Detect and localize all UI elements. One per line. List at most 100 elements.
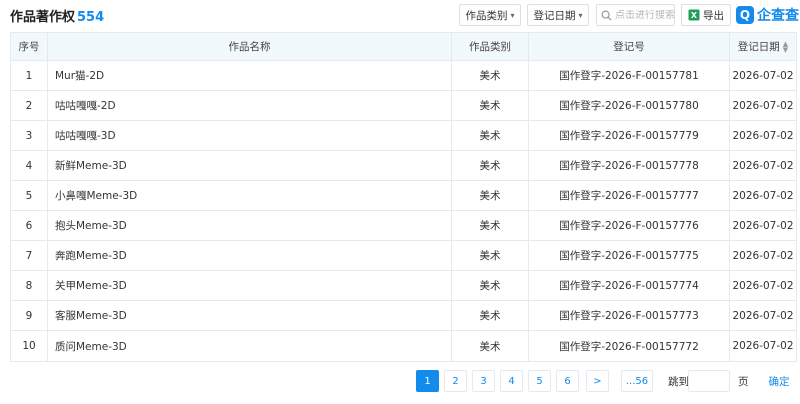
row-index: 4 xyxy=(11,151,48,180)
table-row: 6 抱头Meme-3D 美术 国作登字-2026-F-00157776 2026… xyxy=(11,211,796,241)
next-page-button[interactable]: > xyxy=(586,370,609,392)
table-row: 9 客服Meme-3D 美术 国作登字-2026-F-00157773 2026… xyxy=(11,301,796,331)
row-index: 2 xyxy=(11,91,48,120)
table-row: 1 Mur猫-2D 美术 国作登字-2026-F-00157781 2026-0… xyxy=(11,61,796,91)
registration-number: 国作登字-2026-F-00157776 xyxy=(529,211,730,240)
work-category: 美术 xyxy=(452,331,529,361)
work-name[interactable]: 关甲Meme-3D xyxy=(48,271,452,300)
page-title-text: 作品著作权 xyxy=(10,10,76,25)
work-category: 美术 xyxy=(452,61,529,90)
work-name[interactable]: 客服Meme-3D xyxy=(48,301,452,330)
registration-number: 国作登字-2026-F-00157774 xyxy=(529,271,730,300)
column-header-name: 作品名称 xyxy=(48,33,452,60)
registration-number: 国作登字-2026-F-00157773 xyxy=(529,301,730,330)
confirm-jump-button[interactable]: 确定 xyxy=(762,370,796,392)
copyright-table: 序号 作品名称 作品类别 登记号 登记日期 ▲ ▼ 1 Mur猫-2D 美术 国作… xyxy=(10,32,797,362)
export-label: 导出 xyxy=(703,9,724,22)
registration-number: 国作登字-2026-F-00157779 xyxy=(529,121,730,150)
registration-date: 2026-07-02 xyxy=(732,129,794,142)
registration-date: 2026-07-02 xyxy=(732,189,794,202)
category-filter-label: 作品类别 xyxy=(465,9,508,22)
work-name[interactable]: 奔跑Meme-3D xyxy=(48,241,452,270)
page-title: 作品著作权 554 xyxy=(10,6,104,25)
page-button-1[interactable]: 1 xyxy=(416,370,439,392)
logo-text: 企查查 xyxy=(757,8,799,24)
registration-date: 2026-07-02 xyxy=(732,340,794,352)
registration-date: 2026-07-02 xyxy=(732,279,794,292)
work-category: 美术 xyxy=(452,301,529,330)
table-row: 2 咕咕嘎嘎-2D 美术 国作登字-2026-F-00157780 2026-0… xyxy=(11,91,796,121)
work-category: 美术 xyxy=(452,271,529,300)
page-button-4[interactable]: 4 xyxy=(500,370,523,392)
work-category: 美术 xyxy=(452,121,529,150)
registration-date: 2026-07-02 xyxy=(732,99,794,112)
table-row: 3 咕咕嘎嘎-3D 美术 国作登字-2026-F-00157779 2026-0… xyxy=(11,121,796,151)
svg-text:X: X xyxy=(691,11,698,20)
date-filter-dropdown[interactable]: 登记日期 ▾ xyxy=(527,4,589,26)
registration-number: 国作登字-2026-F-00157775 xyxy=(529,241,730,270)
work-category: 美术 xyxy=(452,151,529,180)
record-count: 554 xyxy=(77,10,105,25)
table-row: 10 质问Meme-3D 美术 国作登字-2026-F-00157772 202… xyxy=(11,331,796,361)
table-row: 8 关甲Meme-3D 美术 国作登字-2026-F-00157774 2026… xyxy=(11,271,796,301)
row-index: 1 xyxy=(11,61,48,90)
work-category: 美术 xyxy=(452,211,529,240)
row-index: 9 xyxy=(11,301,48,330)
column-header-reg-no: 登记号 xyxy=(529,33,730,60)
row-index: 6 xyxy=(11,211,48,240)
registration-number: 国作登字-2026-F-00157780 xyxy=(529,91,730,120)
work-name[interactable]: 抱头Meme-3D xyxy=(48,211,452,240)
export-button[interactable]: X 导出 xyxy=(681,4,731,26)
column-header-reg-date[interactable]: 登记日期 ▲ ▼ xyxy=(730,33,796,60)
row-index: 3 xyxy=(11,121,48,150)
registration-date: 2026-07-02 xyxy=(732,159,794,172)
last-page-button[interactable]: ...56 xyxy=(621,370,653,392)
work-name[interactable]: 咕咕嘎嘎-2D xyxy=(48,91,452,120)
date-filter-label: 登记日期 xyxy=(533,9,576,22)
registration-date: 2026-07-02 xyxy=(732,69,794,82)
work-name[interactable]: 质问Meme-3D xyxy=(48,331,452,361)
page-unit-label: 页 xyxy=(738,376,749,388)
excel-icon: X xyxy=(688,9,700,21)
header: 作品著作权554 作品类别 ▾ 登记日期 ▾ X 导出 Q 企查查 xyxy=(0,0,800,32)
page-button-6[interactable]: 6 xyxy=(556,370,579,392)
page-button-2[interactable]: 2 xyxy=(444,370,467,392)
registration-number: 国作登字-2026-F-00157777 xyxy=(529,181,730,210)
work-name[interactable]: 小鼻嘎Meme-3D xyxy=(48,181,452,210)
search-icon xyxy=(601,10,612,21)
search-input[interactable] xyxy=(615,9,677,21)
registration-number: 国作登字-2026-F-00157772 xyxy=(529,331,730,361)
work-category: 美术 xyxy=(452,91,529,120)
search-box[interactable] xyxy=(596,4,677,26)
registration-number: 国作登字-2026-F-00157778 xyxy=(529,151,730,180)
table-row: 7 奔跑Meme-3D 美术 国作登字-2026-F-00157775 2026… xyxy=(11,241,796,271)
work-category: 美术 xyxy=(452,241,529,270)
registration-number: 国作登字-2026-F-00157781 xyxy=(529,61,730,90)
work-category: 美术 xyxy=(452,181,529,210)
qichacha-logo: Q 企查查 xyxy=(736,4,799,26)
category-filter-dropdown[interactable]: 作品类别 ▾ xyxy=(459,4,521,26)
row-index: 10 xyxy=(11,331,48,361)
page-button-3[interactable]: 3 xyxy=(472,370,495,392)
row-index: 8 xyxy=(11,271,48,300)
table-row: 5 小鼻嘎Meme-3D 美术 国作登字-2026-F-00157777 202… xyxy=(11,181,796,211)
work-name[interactable]: 咕咕嘎嘎-3D xyxy=(48,121,452,150)
table-row: 4 新鲜Meme-3D 美术 国作登字-2026-F-00157778 2026… xyxy=(11,151,796,181)
jump-page-input[interactable] xyxy=(688,370,730,392)
page-button-5[interactable]: 5 xyxy=(528,370,551,392)
reg-date-header-label: 登记日期 xyxy=(737,41,780,53)
chevron-down-icon: ▾ xyxy=(510,10,515,20)
jump-to-label: 跳到 xyxy=(668,376,689,388)
registration-date: 2026-07-02 xyxy=(732,219,794,232)
pagination: 1 2 3 4 5 6 > ...56 跳到 页 确定 xyxy=(0,370,800,392)
sort-icon[interactable]: ▲ ▼ xyxy=(783,40,788,53)
registration-date: 2026-07-02 xyxy=(732,249,794,262)
work-name[interactable]: Mur猫-2D xyxy=(48,61,452,90)
logo-mark-icon: Q xyxy=(736,6,754,24)
column-header-index: 序号 xyxy=(11,33,48,60)
row-index: 7 xyxy=(11,241,48,270)
table-header: 序号 作品名称 作品类别 登记号 登记日期 ▲ ▼ xyxy=(11,33,796,61)
row-index: 5 xyxy=(11,181,48,210)
work-name[interactable]: 新鲜Meme-3D xyxy=(48,151,452,180)
chevron-down-icon: ▾ xyxy=(578,10,583,20)
